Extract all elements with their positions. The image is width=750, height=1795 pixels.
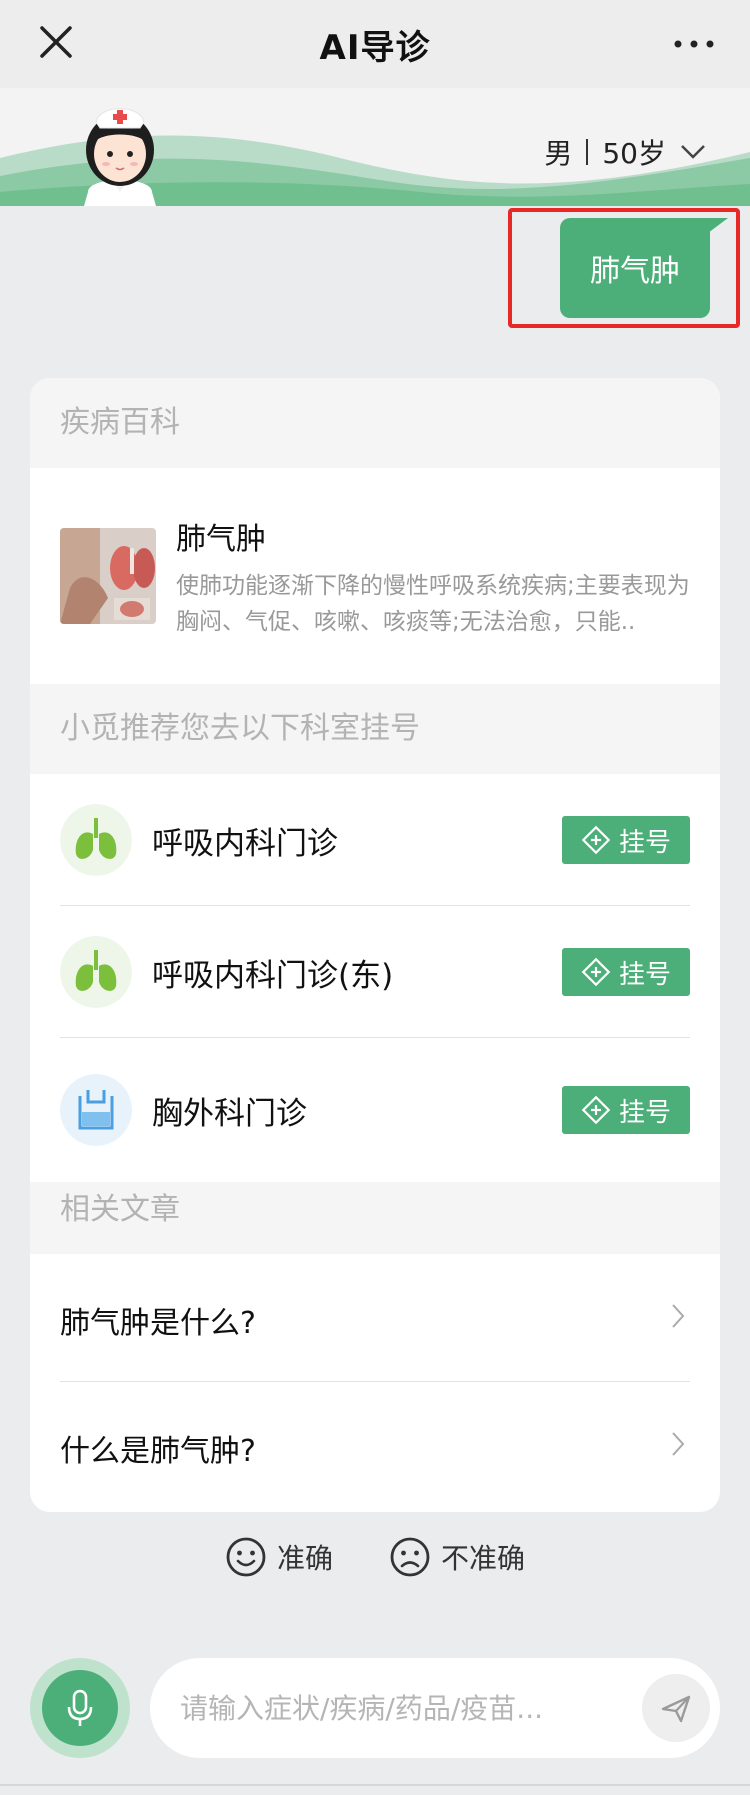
- accurate-button[interactable]: 准确: [225, 1536, 333, 1578]
- voice-input-button[interactable]: [30, 1658, 130, 1758]
- header-banner: 男 50岁: [0, 88, 750, 206]
- department-name: 呼吸内科门诊: [152, 826, 338, 862]
- symptom-search-input[interactable]: [180, 1686, 600, 1730]
- smile-icon: [226, 1537, 266, 1577]
- chevron-down-icon: [681, 145, 705, 159]
- disease-name[interactable]: 肺气肿: [176, 514, 266, 558]
- department-row[interactable]: 胸外科门诊 挂号: [60, 1038, 690, 1182]
- result-card: 疾病百科 肺气肿 使肺功能逐渐下降的慢性呼吸系统疾病;主要表现为胸闷、气促、咳嗽…: [30, 378, 720, 1512]
- lungs-icon: [60, 804, 132, 876]
- articles-header: 相关文章: [30, 1182, 720, 1254]
- register-label: 挂号: [618, 959, 671, 990]
- encyclopedia-header: 疾病百科: [30, 378, 720, 468]
- disease-description: 使肺功能逐渐下降的慢性呼吸系统疾病;主要表现为胸闷、气促、咳嗽、咳痰等;无法治愈…: [176, 573, 690, 635]
- article-title: 什么是肺气肿?: [60, 1434, 256, 1469]
- user-message-bubble: 肺气肿: [560, 218, 710, 318]
- input-bar: [0, 1650, 750, 1795]
- register-diamond-icon: [581, 957, 611, 987]
- chevron-right-icon: [672, 1304, 685, 1328]
- page-title: AI导诊: [319, 28, 431, 68]
- microphone-icon: [67, 1689, 93, 1726]
- register-label: 挂号: [618, 827, 671, 858]
- top-bar: AI导诊: [0, 0, 750, 88]
- disease-thumbnail[interactable]: [60, 528, 156, 624]
- lung-photo-image: [60, 528, 156, 624]
- profile-selector[interactable]: 男 50岁: [544, 132, 706, 172]
- age-label: 50岁: [602, 137, 666, 170]
- frown-icon: [390, 1537, 430, 1577]
- register-button[interactable]: 挂号: [562, 948, 690, 996]
- feedback-bar: 准确 不准确: [0, 1536, 750, 1578]
- department-row[interactable]: 呼吸内科门诊(东) 挂号: [60, 906, 690, 1038]
- register-label: 挂号: [618, 1097, 671, 1128]
- departments-header: 小觅推荐您去以下科室挂号: [30, 684, 720, 774]
- chevron-right-icon: [672, 1432, 685, 1456]
- voice-input-inner: [42, 1670, 118, 1746]
- send-button[interactable]: [642, 1674, 710, 1742]
- bottom-divider: [0, 1784, 750, 1786]
- register-diamond-icon: [581, 825, 611, 855]
- divider: [586, 139, 589, 165]
- nurse-avatar: [84, 108, 156, 206]
- gender-label: 男: [544, 137, 573, 170]
- chest-icon: [60, 1074, 132, 1146]
- inaccurate-label: 不准确: [441, 1542, 526, 1575]
- inaccurate-button[interactable]: 不准确: [389, 1536, 525, 1578]
- register-button[interactable]: 挂号: [562, 816, 690, 864]
- department-name: 呼吸内科门诊(东): [152, 958, 394, 994]
- search-input-container: [150, 1658, 720, 1758]
- more-icon[interactable]: [672, 24, 716, 64]
- article-title: 肺气肿是什么?: [60, 1306, 256, 1341]
- accurate-label: 准确: [276, 1542, 333, 1575]
- register-button[interactable]: 挂号: [562, 1086, 690, 1134]
- article-row[interactable]: 肺气肿是什么?: [60, 1254, 690, 1382]
- article-row[interactable]: 什么是肺气肿?: [60, 1382, 690, 1510]
- register-diamond-icon: [581, 1095, 611, 1125]
- bubble-tail: [704, 218, 728, 236]
- send-icon: [661, 1695, 691, 1723]
- department-name: 胸外科门诊: [152, 1096, 307, 1132]
- lungs-icon: [60, 936, 132, 1008]
- department-row[interactable]: 呼吸内科门诊 挂号: [60, 774, 690, 906]
